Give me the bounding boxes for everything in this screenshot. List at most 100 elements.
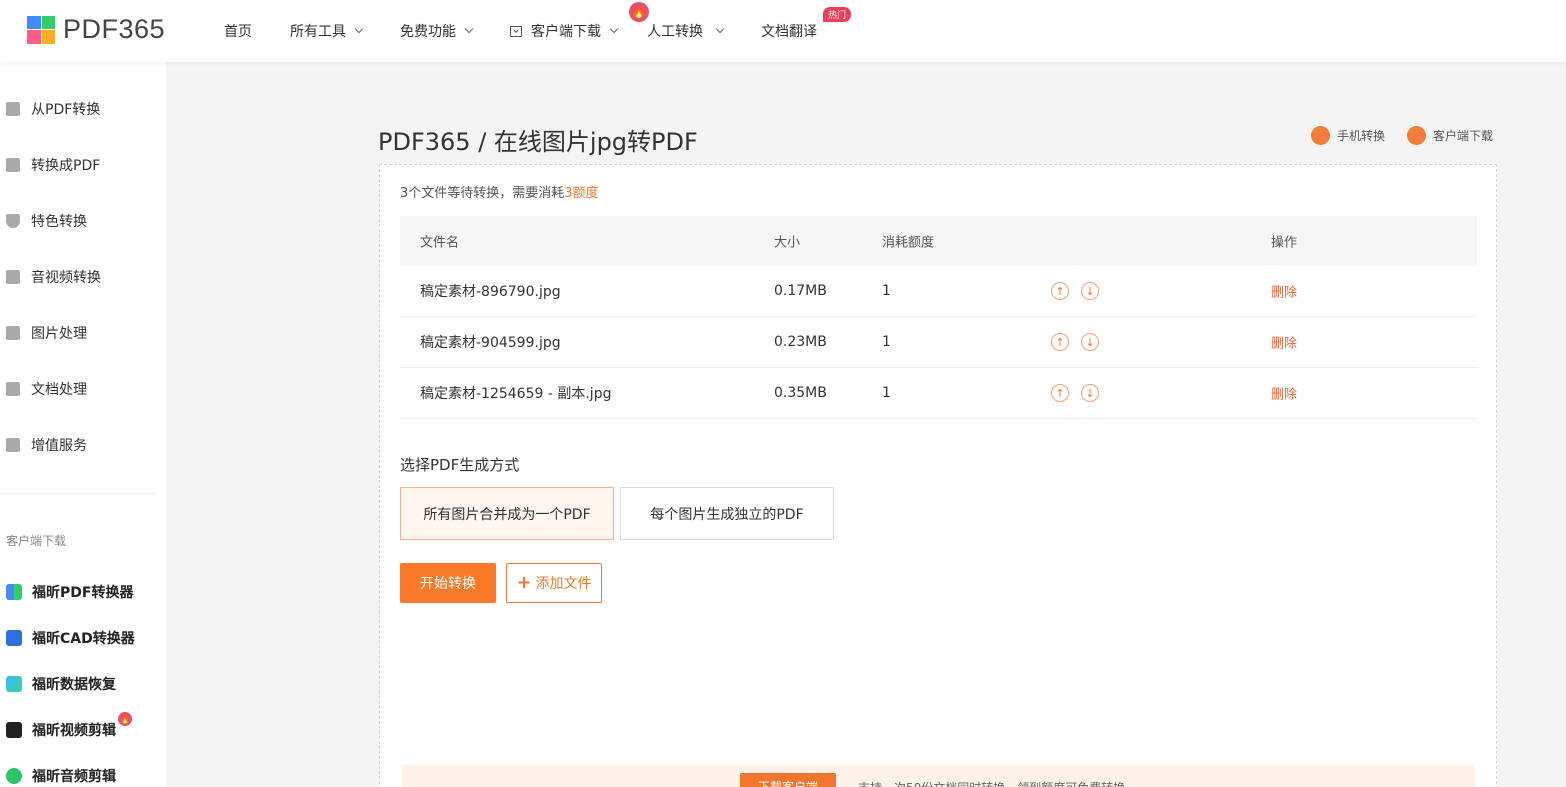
nav-home[interactable]: 首页 bbox=[224, 21, 252, 41]
file-convert-icon bbox=[6, 158, 20, 172]
data-recovery-icon bbox=[6, 676, 22, 692]
image-icon bbox=[6, 326, 20, 340]
nav-client-download-label: 客户端下载 bbox=[531, 24, 601, 40]
sidebar-item-label: 文档处理 bbox=[31, 382, 87, 398]
pdf-converter-icon bbox=[6, 584, 22, 600]
banner-download-button[interactable]: 下载客户端 bbox=[740, 773, 836, 787]
sidebar-item-label: 转换成PDF bbox=[31, 158, 101, 174]
sidebar-item-label: 增值服务 bbox=[31, 438, 87, 454]
file-table: 文件名 大小 消耗额度 操作 稿定素材-896790.jpg 0.17MB 1 … bbox=[400, 216, 1477, 419]
move-up-icon[interactable]: ↑ bbox=[1051, 384, 1069, 402]
header-filename: 文件名 bbox=[420, 235, 460, 251]
move-down-icon[interactable]: ↓ bbox=[1081, 282, 1099, 300]
banner-text: 支持一次50份文档同时转换，领到额度可免费转换 bbox=[858, 779, 1125, 787]
mode-title: 选择PDF生成方式 bbox=[400, 456, 520, 474]
app-label: 福昕视频剪辑 bbox=[32, 723, 116, 739]
video-editor-icon bbox=[6, 722, 22, 738]
hot-badge: 热门 bbox=[822, 7, 851, 22]
table-row: 稿定素材-904599.jpg 0.23MB 1 ↑ ↓ 删除 bbox=[400, 317, 1477, 368]
media-icon bbox=[6, 270, 20, 284]
mode-option-label: 所有图片合并成为一个PDF bbox=[423, 506, 591, 523]
mode-option-separate[interactable]: 每个图片生成独立的PDF bbox=[620, 487, 834, 540]
logo-icon bbox=[27, 15, 55, 44]
sidebar-item-special[interactable]: 特色转换 bbox=[6, 211, 87, 231]
sidebar-item-label: 从PDF转换 bbox=[31, 102, 101, 118]
sidebar-item-value-added[interactable]: 增值服务 bbox=[6, 435, 87, 455]
sidebar-divider bbox=[0, 493, 156, 494]
file-size: 0.35MB bbox=[774, 385, 827, 401]
sidebar-section-label: 客户端下载 bbox=[6, 534, 67, 548]
file-icon bbox=[6, 102, 20, 116]
brand-name: PDF365 bbox=[63, 14, 166, 44]
file-name: 稿定素材-904599.jpg bbox=[420, 335, 561, 351]
app-pdf-converter[interactable]: 福昕PDF转换器 bbox=[6, 582, 133, 602]
add-file-button[interactable]: + 添加文件 bbox=[506, 563, 602, 603]
move-down-icon[interactable]: ↓ bbox=[1081, 333, 1099, 351]
app-cad-converter[interactable]: 福昕CAD转换器 bbox=[6, 628, 135, 648]
file-cost: 1 bbox=[882, 283, 891, 299]
audio-editor-icon bbox=[6, 768, 22, 784]
delete-link[interactable]: 删除 bbox=[1271, 333, 1297, 352]
client-download-label: 客户端下载 bbox=[1433, 129, 1494, 143]
chevron-down-icon bbox=[609, 24, 619, 34]
table-header: 文件名 大小 消耗额度 操作 bbox=[400, 216, 1477, 266]
sidebar-item-label: 特色转换 bbox=[31, 214, 87, 230]
phone-icon bbox=[1311, 126, 1330, 145]
sidebar-item-to-pdf[interactable]: 转换成PDF bbox=[6, 155, 100, 175]
file-cost: 1 bbox=[882, 385, 891, 401]
mobile-convert-label: 手机转换 bbox=[1337, 129, 1386, 143]
file-size: 0.17MB bbox=[774, 283, 827, 299]
sidebar-item-label: 音视频转换 bbox=[31, 270, 101, 286]
app-video-editor[interactable]: 福昕视频剪辑 🔥 bbox=[6, 712, 132, 740]
sidebar-item-from-pdf[interactable]: 从PDF转换 bbox=[6, 99, 100, 119]
sidebar-item-media[interactable]: 音视频转换 bbox=[6, 267, 101, 287]
nav-free-features[interactable]: 免费功能 bbox=[400, 21, 474, 41]
chevron-down-icon bbox=[464, 24, 474, 34]
main-content: PDF365 / 在线图片jpg转PDF 手机转换 客户端下载 3个文件等待转换… bbox=[338, 103, 1538, 787]
nav-doc-translate[interactable]: 文档翻译 热门 bbox=[761, 7, 851, 41]
header-cost: 消耗额度 bbox=[882, 235, 935, 251]
sidebar-item-document[interactable]: 文档处理 bbox=[6, 379, 87, 399]
nav-client-download[interactable]: 客户端下载 🔥 bbox=[510, 2, 649, 41]
app-audio-editor[interactable]: 福昕音频剪辑 bbox=[6, 766, 116, 786]
sidebar-item-image[interactable]: 图片处理 bbox=[6, 323, 87, 343]
download-icon bbox=[510, 25, 522, 37]
start-convert-button[interactable]: 开始转换 bbox=[400, 563, 496, 603]
main-nav: 首页 所有工具 免费功能 客户端下载 🔥 人工转换 文档翻译 热门 bbox=[224, 0, 855, 62]
nav-doc-translate-label: 文档翻译 bbox=[761, 24, 817, 40]
file-name: 稿定素材-896790.jpg bbox=[420, 284, 561, 300]
nav-all-tools[interactable]: 所有工具 bbox=[290, 21, 364, 41]
app-label: 福昕CAD转换器 bbox=[32, 631, 135, 647]
nav-manual-convert[interactable]: 人工转换 bbox=[647, 21, 725, 41]
move-down-icon[interactable]: ↓ bbox=[1081, 384, 1099, 402]
delete-link[interactable]: 删除 bbox=[1271, 282, 1297, 301]
nav-manual-convert-label: 人工转换 bbox=[647, 24, 703, 40]
move-up-icon[interactable]: ↑ bbox=[1051, 282, 1069, 300]
chevron-down-icon bbox=[354, 24, 364, 34]
mode-option-merge[interactable]: 所有图片合并成为一个PDF bbox=[400, 487, 614, 540]
add-file-label: 添加文件 bbox=[535, 576, 592, 592]
document-icon bbox=[6, 382, 20, 396]
promo-banner: 下载客户端 支持一次50份文档同时转换，领到额度可免费转换 bbox=[402, 765, 1475, 787]
header-size: 大小 bbox=[774, 235, 801, 251]
app-label: 福昕数据恢复 bbox=[32, 677, 116, 693]
client-download-link[interactable]: 客户端下载 bbox=[1407, 126, 1493, 145]
mode-option-label: 每个图片生成独立的PDF bbox=[650, 506, 804, 523]
cad-converter-icon bbox=[6, 630, 22, 646]
plus-icon: + bbox=[516, 572, 532, 593]
table-row: 稿定素材-896790.jpg 0.17MB 1 ↑ ↓ 删除 bbox=[400, 266, 1477, 317]
file-cost: 1 bbox=[882, 334, 891, 350]
brand-logo[interactable]: PDF365 bbox=[27, 14, 165, 45]
download-client-icon bbox=[1407, 126, 1426, 145]
table-row: 稿定素材-1254659 - 副本.jpg 0.35MB 1 ↑ ↓ 删除 bbox=[400, 368, 1477, 419]
delete-link[interactable]: 删除 bbox=[1271, 384, 1297, 403]
fire-icon: 🔥 bbox=[629, 2, 649, 22]
nav-all-tools-label: 所有工具 bbox=[290, 24, 346, 40]
sidebar-item-label: 图片处理 bbox=[31, 326, 87, 342]
mobile-convert-link[interactable]: 手机转换 bbox=[1311, 126, 1385, 145]
nav-free-features-label: 免费功能 bbox=[400, 24, 456, 40]
app-data-recovery[interactable]: 福昕数据恢复 bbox=[6, 674, 116, 694]
file-size: 0.23MB bbox=[774, 334, 827, 350]
summary-text: 3个文件等待转换，需要消耗 bbox=[400, 186, 565, 201]
move-up-icon[interactable]: ↑ bbox=[1051, 333, 1069, 351]
